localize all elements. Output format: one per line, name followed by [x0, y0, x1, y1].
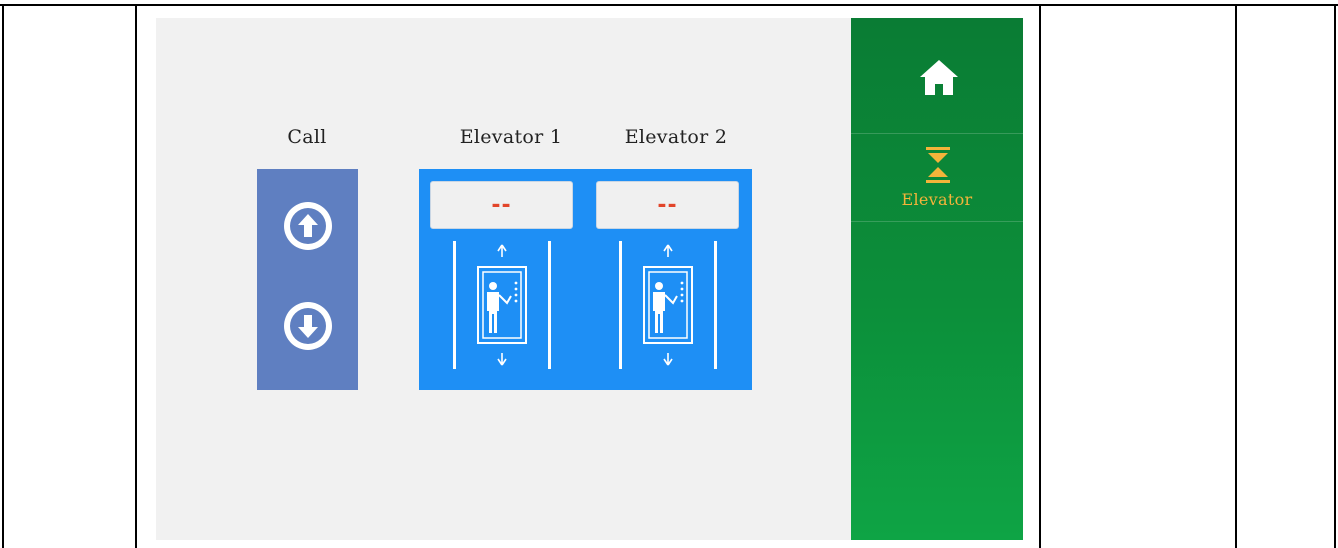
elevator-1-floor-display[interactable]: --: [430, 181, 573, 229]
device-screen: Call Elevator 1 Elevator 2 -- -- Elevato…: [156, 18, 1023, 540]
frame-line: [1334, 4, 1336, 548]
call-label: Call: [287, 126, 327, 148]
elevator-2-floor-value: --: [657, 192, 678, 218]
sidebar-item-elevator[interactable]: Elevator: [851, 135, 1023, 222]
elevator-2-label: Elevator 2: [624, 126, 728, 148]
sidebar-item-home[interactable]: [851, 18, 1023, 134]
frame-line: [2, 4, 4, 548]
sidebar: Elevator: [851, 18, 1023, 540]
frame-line: [135, 4, 137, 548]
elevator-1-label: Elevator 1: [459, 126, 563, 148]
call-down-button[interactable]: [281, 299, 335, 353]
home-icon: [920, 60, 958, 95]
elevator-2-car-icon: [613, 239, 723, 379]
elevator-1-car-icon: [447, 239, 557, 379]
elevator-1-floor-value: --: [491, 192, 512, 218]
call-up-button[interactable]: [281, 199, 335, 253]
elevator-icon: [926, 147, 950, 183]
arrow-down-circle-icon: [284, 302, 332, 350]
elevator-2-floor-display[interactable]: --: [596, 181, 739, 229]
arrow-up-circle-icon: [284, 202, 332, 250]
elevator-control-area: Call Elevator 1 Elevator 2 -- --: [156, 18, 851, 540]
sidebar-item-elevator-label: Elevator: [901, 190, 973, 209]
call-panel: [257, 169, 358, 390]
frame-top-line: [0, 4, 1338, 6]
elevator-status-panel: -- --: [419, 169, 752, 390]
frame-line: [1039, 4, 1041, 548]
frame-line: [1235, 4, 1237, 548]
